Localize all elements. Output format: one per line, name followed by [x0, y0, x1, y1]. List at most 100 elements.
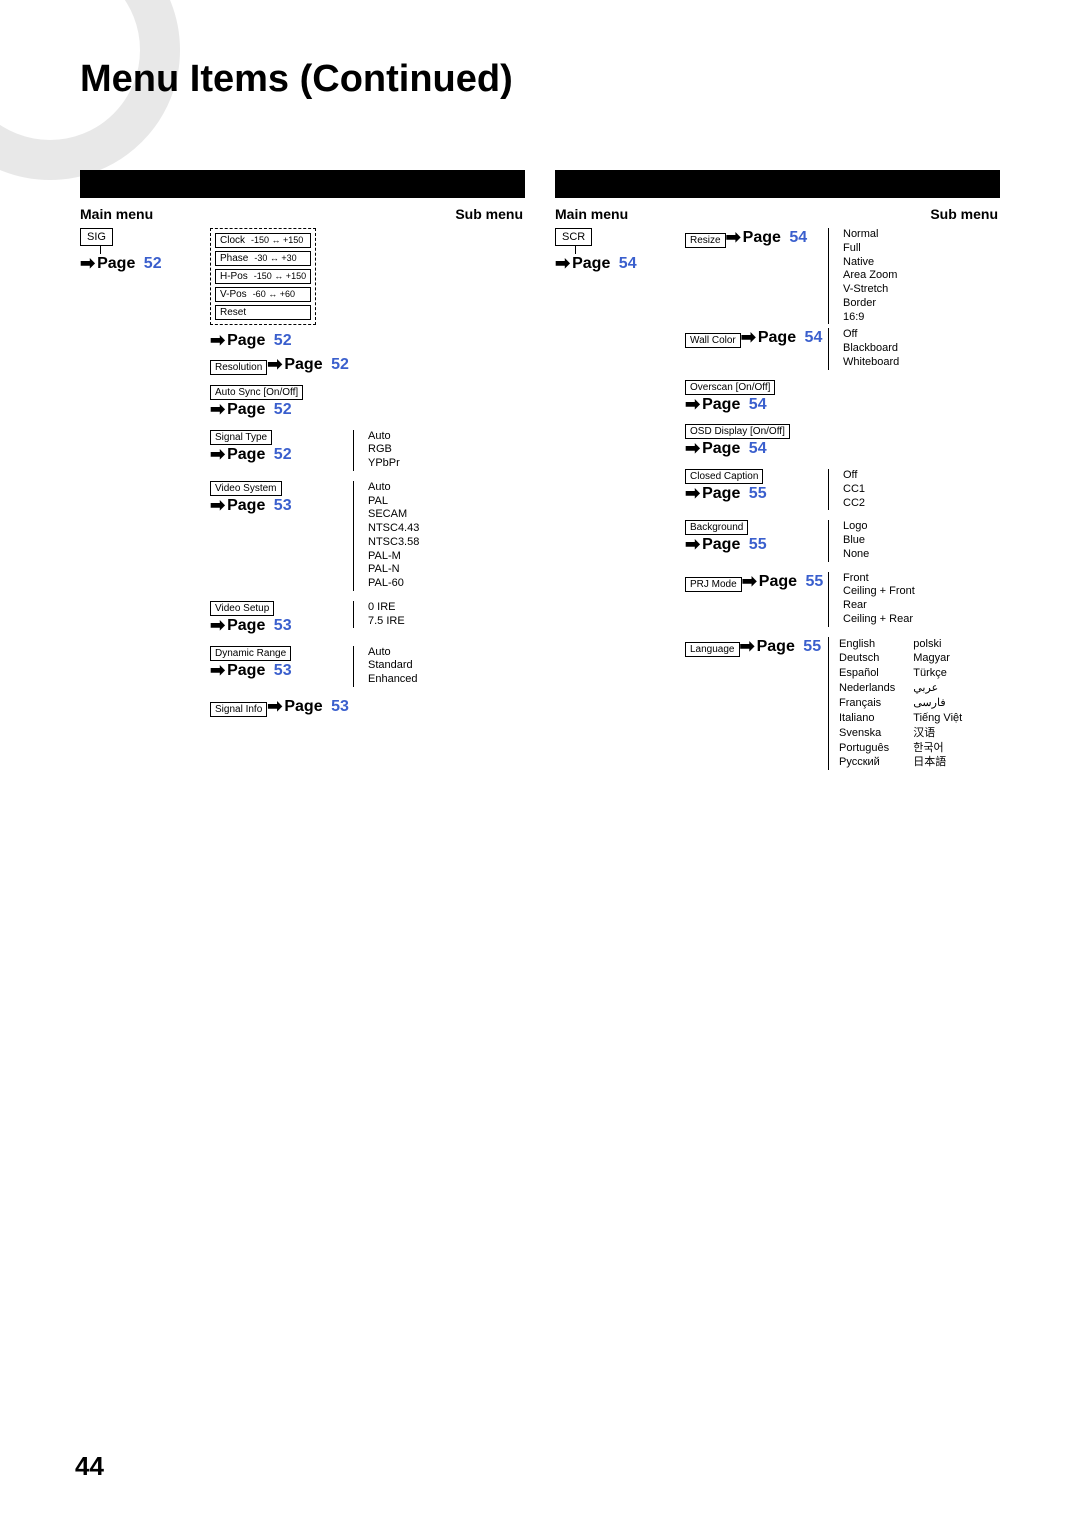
item-label: Phase	[220, 253, 248, 264]
page-ref[interactable]: ➡Page 53	[210, 496, 292, 516]
sub-item: Full	[839, 242, 1000, 256]
left-headers: Main menu Sub menu	[80, 206, 525, 222]
page-ref[interactable]: ➡Page 53	[267, 697, 349, 717]
sub-item: 16:9	[839, 311, 1000, 325]
arrow-icon: ➡	[685, 439, 700, 459]
sub-item: Off	[839, 328, 1000, 342]
page-ref[interactable]: ➡Page 55	[685, 535, 767, 555]
sub-item: Normal	[839, 228, 1000, 242]
menu-item: Language	[685, 642, 740, 657]
dashed-item: H-Pos-150 ↔ +150	[215, 269, 311, 284]
arrow-icon: ➡	[80, 254, 95, 274]
right-headers: Main menu Sub menu	[555, 206, 1000, 222]
arrow-icon: ➡	[741, 328, 756, 348]
sub-item: Blackboard	[839, 342, 1000, 356]
menu-entry: PRJ Mode➡Page 55FrontCeiling + FrontRear…	[555, 572, 1000, 627]
hdr-sub-left: Sub menu	[200, 206, 525, 222]
sub-list: OffCC1CC2	[828, 469, 1000, 510]
sub-item: PAL-N	[364, 563, 525, 577]
sub-list: OffBlackboardWhiteboard	[828, 328, 1000, 369]
sub-list: 0 IRE7.5 IRE	[353, 601, 525, 629]
page-ref[interactable]: ➡Page 54	[685, 395, 767, 415]
sub-item: Border	[839, 297, 1000, 311]
arrow-icon: ➡	[210, 616, 225, 636]
sub-item: PAL-60	[364, 577, 525, 591]
sub-item: Area Zoom	[839, 269, 1000, 283]
sub-item: Front	[839, 572, 1000, 586]
menu-item: Overscan [On/Off]	[685, 380, 775, 395]
right-diagram: SCR ➡ Page 54 Resize➡Page 54 NormalFullN…	[555, 228, 1000, 770]
arrow-icon: ➡	[267, 697, 282, 717]
menu-entry: Video Setup➡Page 530 IRE7.5 IRE	[80, 601, 525, 636]
sub-list: FrontCeiling + FrontRearCeiling + Rear	[828, 572, 1000, 627]
hdr-main-right: Main menu	[555, 206, 675, 222]
left-diagram: SIG ➡ Page 52 Clock -150 ↔ +150Phase -30 ↔…	[80, 228, 525, 717]
language-item: Italiano	[839, 711, 895, 726]
sub-list: NormalFullNativeArea ZoomV-StretchBorder…	[828, 228, 1000, 324]
dashed-item: Reset	[215, 305, 311, 320]
page-ref[interactable]: ➡Page 55	[685, 484, 767, 504]
section-bar-left	[80, 170, 525, 198]
page-ref-sig[interactable]: ➡ Page 52	[80, 254, 162, 274]
sub-item: PAL	[364, 495, 525, 509]
language-item: Magyar	[913, 651, 962, 666]
page-ref[interactable]: ➡Page 52	[267, 355, 349, 375]
arrow-icon: ➡	[555, 254, 570, 274]
language-item: Tiếng Việt	[913, 711, 962, 726]
sub-item: 7.5 IRE	[364, 615, 525, 629]
language-columns: EnglishDeutschEspañolNederlandsFrançaisI…	[828, 637, 1000, 771]
menu-entry: Wall Color➡Page 54OffBlackboardWhiteboar…	[555, 328, 1000, 369]
item-label: Clock	[220, 235, 245, 246]
page-ref[interactable]: ➡Page 55	[742, 572, 824, 592]
sub-item: Logo	[839, 520, 1000, 534]
page-ref[interactable]: ➡Page 54	[741, 328, 823, 348]
sub-list: AutoPALSECAMNTSC4.43NTSC3.58PAL-MPAL-NPA…	[353, 481, 525, 591]
menu-entry: Resolution➡Page 52	[80, 355, 525, 375]
right-column: Main menu Sub menu SCR ➡ Page 54 Resize➡…	[555, 170, 1000, 780]
language-item: 한국어	[913, 741, 962, 756]
page-ref-scr[interactable]: ➡ Page 54	[555, 254, 637, 274]
item-label: V-Pos	[220, 289, 247, 300]
page-ref[interactable]: ➡Page 53	[210, 661, 292, 681]
arrow-icon: ➡	[740, 637, 755, 657]
menu-item: PRJ Mode	[685, 577, 742, 592]
page-ref[interactable]: ➡Page 54	[726, 228, 808, 248]
item-label: Reset	[220, 307, 246, 318]
page-ref[interactable]: ➡Page 55	[740, 637, 822, 657]
menu-item: Signal Info	[210, 702, 267, 717]
sub-item: Auto	[364, 481, 525, 495]
root-sig: SIG	[80, 228, 113, 246]
arrow-icon: ➡	[726, 228, 741, 248]
dashed-item: Clock -150 ↔ +150	[215, 233, 311, 248]
menu-item: Resize	[685, 233, 726, 248]
menu-entry: Closed Caption➡Page 55OffCC1CC2	[555, 469, 1000, 510]
item-range: -30 ↔ +30	[254, 254, 296, 264]
language-item: Svenska	[839, 726, 895, 741]
menu-item: Background	[685, 520, 748, 535]
arrow-icon: ➡	[742, 572, 757, 592]
sub-list: AutoStandardEnhanced	[353, 646, 525, 687]
page-ref[interactable]: ➡Page 52	[210, 400, 292, 420]
language-item: فارسی	[913, 696, 962, 711]
content-area: Main menu Sub menu SIG ➡ Page 52 Clock -1…	[80, 170, 1000, 780]
sub-item: PAL-M	[364, 550, 525, 564]
menu-entry: Video System➡Page 53AutoPALSECAMNTSC4.43…	[80, 481, 525, 591]
menu-item: OSD Display [On/Off]	[685, 424, 790, 439]
language-item: Türkçe	[913, 666, 962, 681]
sub-item: RGB	[364, 443, 525, 457]
sub-item: CC1	[839, 483, 1000, 497]
sub-item: SECAM	[364, 508, 525, 522]
item-range: -150 ↔ +150	[251, 236, 303, 246]
language-item: Français	[839, 696, 895, 711]
language-item: Português	[839, 741, 895, 756]
arrow-icon: ➡	[210, 400, 225, 420]
sub-item: 0 IRE	[364, 601, 525, 615]
page-ref[interactable]: ➡Page 54	[685, 439, 767, 459]
language-item: 日本語	[913, 755, 962, 770]
menu-entry: Signal Info➡Page 53	[80, 697, 525, 717]
arrow-icon: ➡	[685, 484, 700, 504]
page-ref[interactable]: ➡Page 53	[210, 616, 292, 636]
page-ref-dashed[interactable]: ➡ Page 52	[210, 331, 292, 351]
page-ref[interactable]: ➡Page 52	[210, 445, 292, 465]
sub-item: V-Stretch	[839, 283, 1000, 297]
